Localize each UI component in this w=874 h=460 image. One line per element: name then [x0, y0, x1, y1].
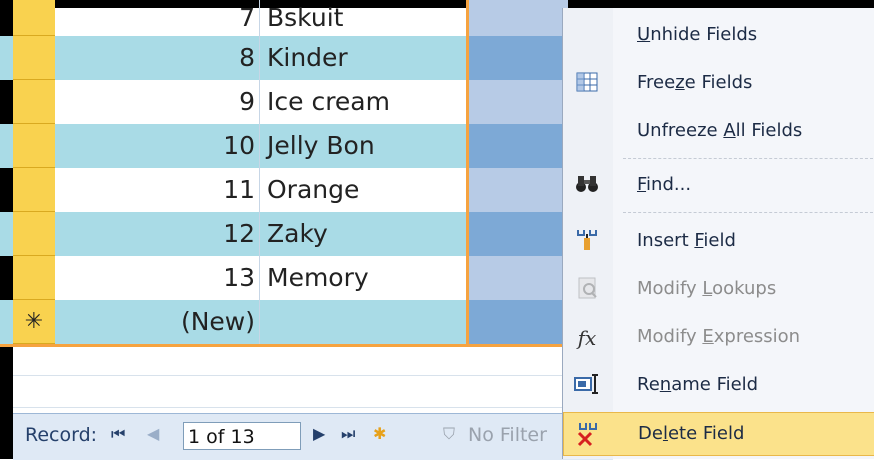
record-selector[interactable]: [13, 80, 55, 124]
new-record-button[interactable]: ✱: [373, 424, 386, 443]
menu-item-modify-lookups[interactable]: Modify Lookups: [563, 268, 874, 312]
fx-icon: fx: [577, 326, 597, 350]
id-cell[interactable]: 10: [55, 124, 260, 168]
menu-item-label: Modify Lookups: [637, 278, 777, 299]
record-navigation-bar: Record: ⏮ ◀ 1 of 13 ▶ ⏭ ✱ ⛉ No Filter: [13, 413, 613, 460]
delete-column-icon: [574, 421, 602, 449]
name-cell[interactable]: Kinder: [261, 36, 466, 80]
menu-separator: [623, 212, 873, 213]
record-selector[interactable]: [13, 212, 55, 256]
freeze-grid-icon: [573, 70, 601, 98]
menu-item-label: Unhide Fields: [637, 24, 758, 45]
menu-item-label: Find...: [637, 174, 692, 195]
table-row[interactable]: 7 Bskuit: [0, 0, 568, 36]
menu-item-insert-field[interactable]: Insert Field: [563, 220, 874, 264]
filter-status[interactable]: No Filter: [468, 424, 547, 446]
new-record-marker-icon: ✳: [24, 309, 44, 334]
menu-item-label: Rename Field: [637, 374, 759, 395]
menu-item-freeze-fields[interactable]: Freeze Fields: [563, 62, 874, 106]
menu-item-modify-expression[interactable]: fx Modify Expression: [563, 316, 874, 360]
name-cell[interactable]: [261, 300, 466, 344]
field-context-menu: Unhide Fields Freeze Fields Unfreeze All…: [562, 8, 874, 459]
menu-item-label: Modify Expression: [637, 326, 801, 347]
table-row[interactable]: 8 Kinder: [0, 36, 568, 80]
menu-item-find[interactable]: Find...: [563, 164, 874, 208]
menu-item-label: Unfreeze All Fields: [637, 120, 803, 141]
table-row[interactable]: 11 Orange: [0, 168, 568, 212]
new-record-row[interactable]: ✳ (New): [0, 300, 568, 347]
name-cell[interactable]: Zaky: [261, 212, 466, 256]
id-cell[interactable]: 8: [55, 36, 260, 80]
id-cell[interactable]: 11: [55, 168, 260, 212]
table-row[interactable]: 10 Jelly Bon: [0, 124, 568, 168]
selected-field-cell[interactable]: [466, 168, 568, 212]
record-selector[interactable]: [13, 256, 55, 300]
first-record-button[interactable]: ⏮: [111, 424, 125, 444]
menu-item-rename-field[interactable]: Rename Field: [563, 364, 874, 408]
selected-field-cell[interactable]: [466, 300, 568, 344]
record-selector[interactable]: ✳: [13, 300, 55, 344]
rename-icon: [573, 372, 601, 400]
record-selector[interactable]: [13, 36, 55, 80]
record-label: Record:: [25, 424, 98, 446]
insert-column-icon: [573, 228, 601, 256]
last-record-button[interactable]: ⏭: [341, 424, 355, 444]
id-cell[interactable]: 7: [55, 0, 260, 36]
id-cell[interactable]: 13: [55, 256, 260, 300]
name-cell[interactable]: Memory: [261, 256, 466, 300]
record-selector[interactable]: [13, 0, 55, 36]
record-selector[interactable]: [13, 168, 55, 212]
selected-field-cell[interactable]: [466, 124, 568, 168]
record-selector[interactable]: [13, 124, 55, 168]
menu-item-unhide-fields[interactable]: Unhide Fields: [563, 14, 874, 58]
name-cell[interactable]: Ice cream: [261, 80, 466, 124]
selected-field-cell[interactable]: [466, 36, 568, 80]
previous-record-button[interactable]: ◀: [147, 424, 159, 443]
grid-line: [13, 407, 568, 408]
table-row[interactable]: 12 Zaky: [0, 212, 568, 256]
grid-line: [13, 375, 568, 376]
name-cell[interactable]: Jelly Bon: [261, 124, 466, 168]
menu-separator: [623, 158, 873, 159]
selected-field-cell[interactable]: [466, 0, 568, 36]
selected-field-cell[interactable]: [466, 212, 568, 256]
selected-field-cell[interactable]: [466, 80, 568, 124]
next-record-button[interactable]: ▶: [313, 424, 325, 443]
name-cell[interactable]: Bskuit: [261, 0, 466, 36]
name-cell[interactable]: Orange: [261, 168, 466, 212]
menu-item-label: Delete Field: [638, 423, 745, 444]
table-row[interactable]: 9 Ice cream: [0, 80, 568, 124]
datasheet-grid: 7 Bskuit 8 Kinder 9 Ice cream 10 Jelly B…: [0, 0, 600, 459]
table-row[interactable]: 13 Memory: [0, 256, 568, 300]
current-record-field[interactable]: 1 of 13: [183, 422, 301, 450]
id-cell[interactable]: (New): [55, 300, 260, 344]
binoculars-icon: [573, 172, 601, 200]
id-cell[interactable]: 12: [55, 212, 260, 256]
filter-icon: ⛉: [443, 424, 456, 443]
selected-field-cell[interactable]: [466, 256, 568, 300]
id-cell[interactable]: 9: [55, 80, 260, 124]
menu-item-label: Insert Field: [637, 230, 736, 251]
menu-item-delete-field[interactable]: Delete Field: [563, 412, 874, 456]
lookup-icon: [573, 276, 601, 304]
menu-item-label: Freeze Fields: [637, 72, 753, 93]
menu-item-unfreeze-all-fields[interactable]: Unfreeze All Fields: [563, 110, 874, 154]
